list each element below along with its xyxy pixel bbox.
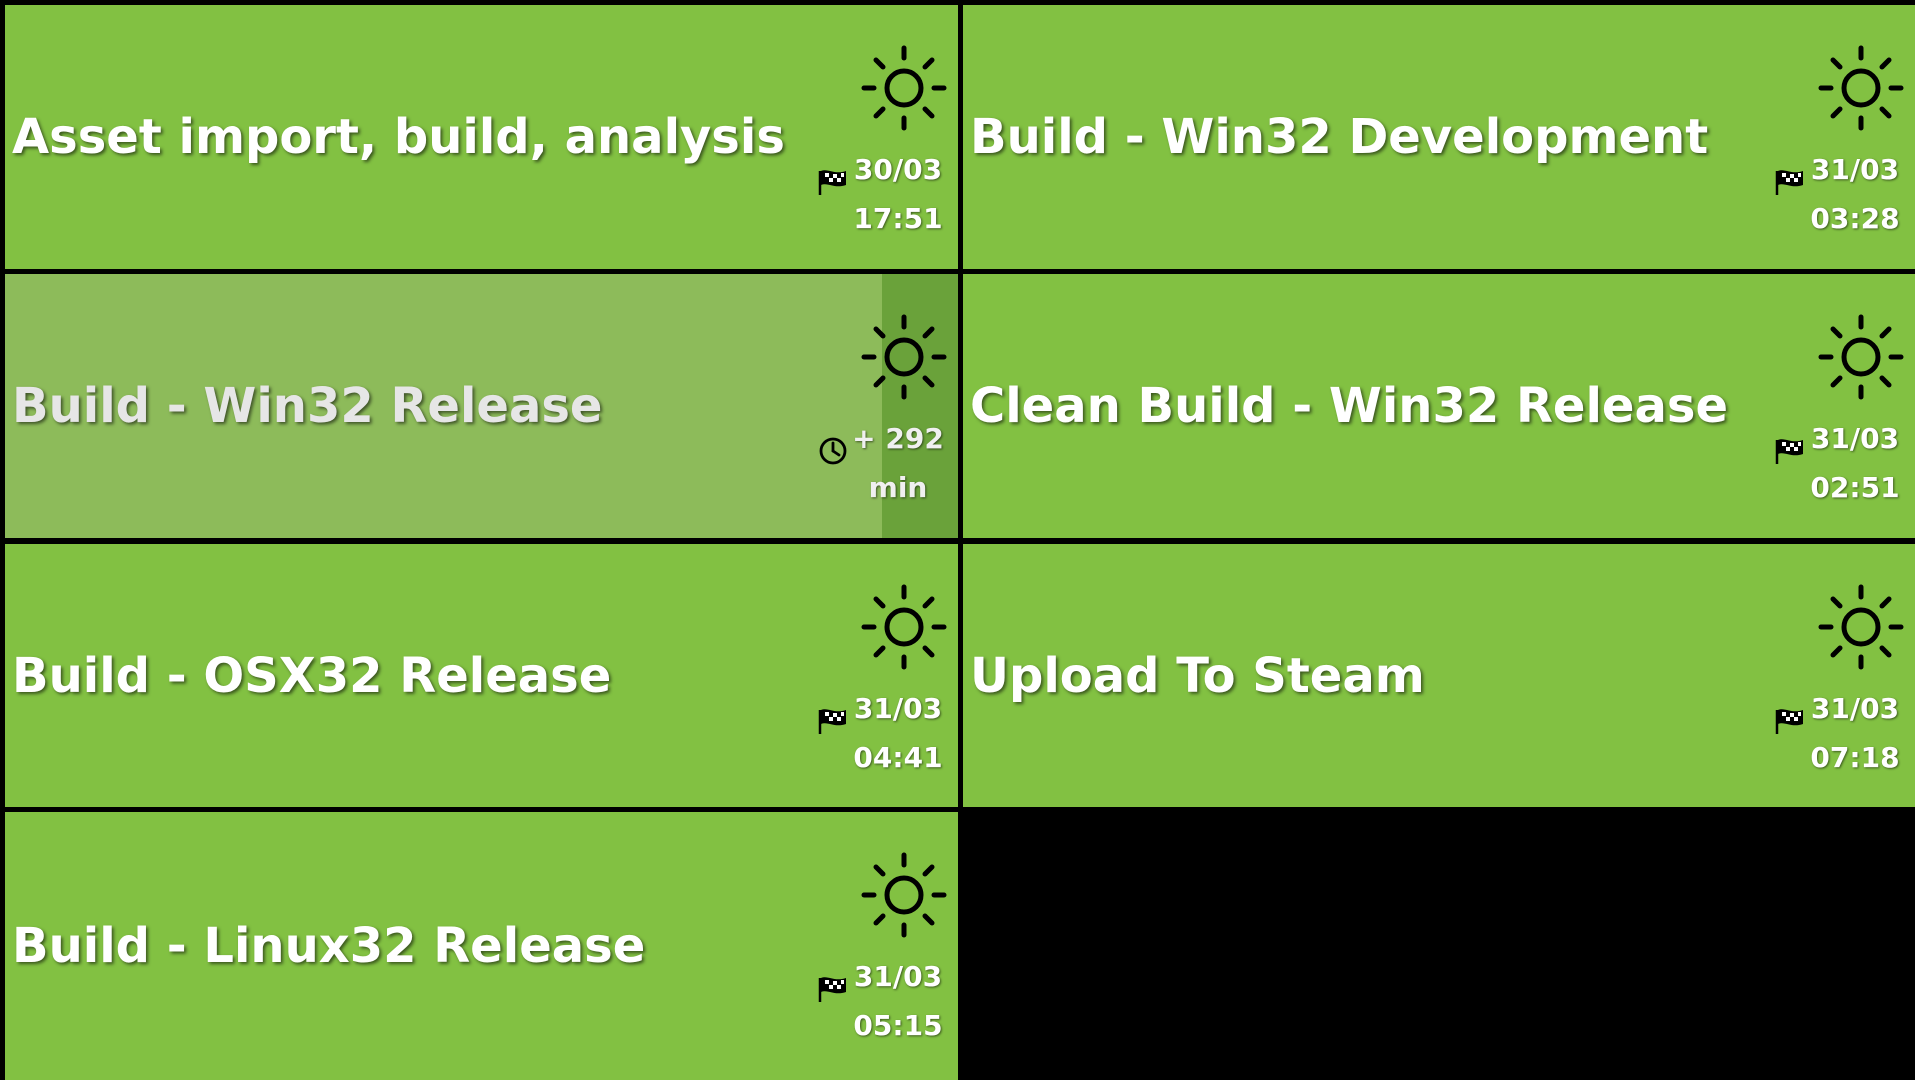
finish-flag-icon (816, 167, 850, 197)
finish-flag-icon (1773, 436, 1807, 466)
finish-time: 31/03 04:41 (852, 684, 944, 782)
sun-icon (1815, 42, 1907, 134)
sun-icon (1815, 311, 1907, 403)
build-title: Build - OSX32 Release (12, 647, 612, 704)
finish-date: 31/03 (1810, 422, 1900, 455)
finish-clock: 17:51 (853, 202, 943, 235)
build-monitor-grid: Asset import, build, analysis 30/03 17:5… (0, 0, 1915, 1080)
elapsed-time: + 292 min (852, 414, 944, 512)
finish-time: 30/03 17:51 (852, 145, 944, 243)
build-tile-osx32-release[interactable]: Build - OSX32 Release 31/03 04:41 (5, 544, 958, 807)
finish-date: 31/03 (1810, 153, 1900, 186)
build-tile-asset-import[interactable]: Asset import, build, analysis 30/03 17:5… (5, 5, 958, 269)
build-title: Build - Win32 Development (970, 109, 1709, 165)
finish-date: 31/03 (853, 960, 943, 993)
sun-icon (858, 581, 950, 673)
finish-clock: 05:15 (853, 1009, 943, 1042)
build-title: Clean Build - Win32 Release (970, 378, 1728, 434)
sun-icon (858, 311, 950, 403)
finish-time: 31/03 05:15 (852, 952, 944, 1050)
finish-flag-icon (816, 974, 850, 1004)
build-tile-clean-win32-release[interactable]: Clean Build - Win32 Release 31/03 02:51 (963, 274, 1915, 538)
finish-clock: 02:51 (1810, 471, 1900, 504)
finish-time: 31/03 07:18 (1809, 684, 1901, 782)
build-tile-win32-development[interactable]: Build - Win32 Development 31/03 03:28 (963, 5, 1915, 269)
finish-time: 31/03 03:28 (1809, 145, 1901, 243)
build-tile-upload-to-steam[interactable]: Upload To Steam 31/03 07:18 (963, 544, 1915, 807)
sun-icon (858, 42, 950, 134)
build-title: Upload To Steam (970, 647, 1425, 704)
build-title: Build - Win32 Release (12, 378, 603, 434)
finish-flag-icon (1773, 167, 1807, 197)
build-title: Asset import, build, analysis (12, 109, 785, 165)
sun-icon (858, 849, 950, 941)
elapsed-value: + 292 (852, 422, 944, 455)
finish-date: 31/03 (1810, 692, 1900, 725)
finish-flag-icon (1773, 706, 1807, 736)
sun-icon (1815, 581, 1907, 673)
finish-clock: 04:41 (853, 741, 943, 774)
elapsed-unit: min (868, 471, 928, 504)
finish-flag-icon (816, 706, 850, 736)
build-tile-win32-release[interactable]: Build - Win32 Release + 292 min (5, 274, 958, 538)
finish-time: 31/03 02:51 (1809, 414, 1901, 512)
finish-date: 31/03 (853, 692, 943, 725)
finish-clock: 03:28 (1810, 202, 1900, 235)
clock-icon (816, 436, 850, 466)
build-tile-linux32-release[interactable]: Build - Linux32 Release 31/03 05:15 (5, 812, 958, 1080)
build-title: Build - Linux32 Release (12, 918, 646, 974)
finish-clock: 07:18 (1810, 741, 1900, 774)
finish-date: 30/03 (853, 153, 943, 186)
